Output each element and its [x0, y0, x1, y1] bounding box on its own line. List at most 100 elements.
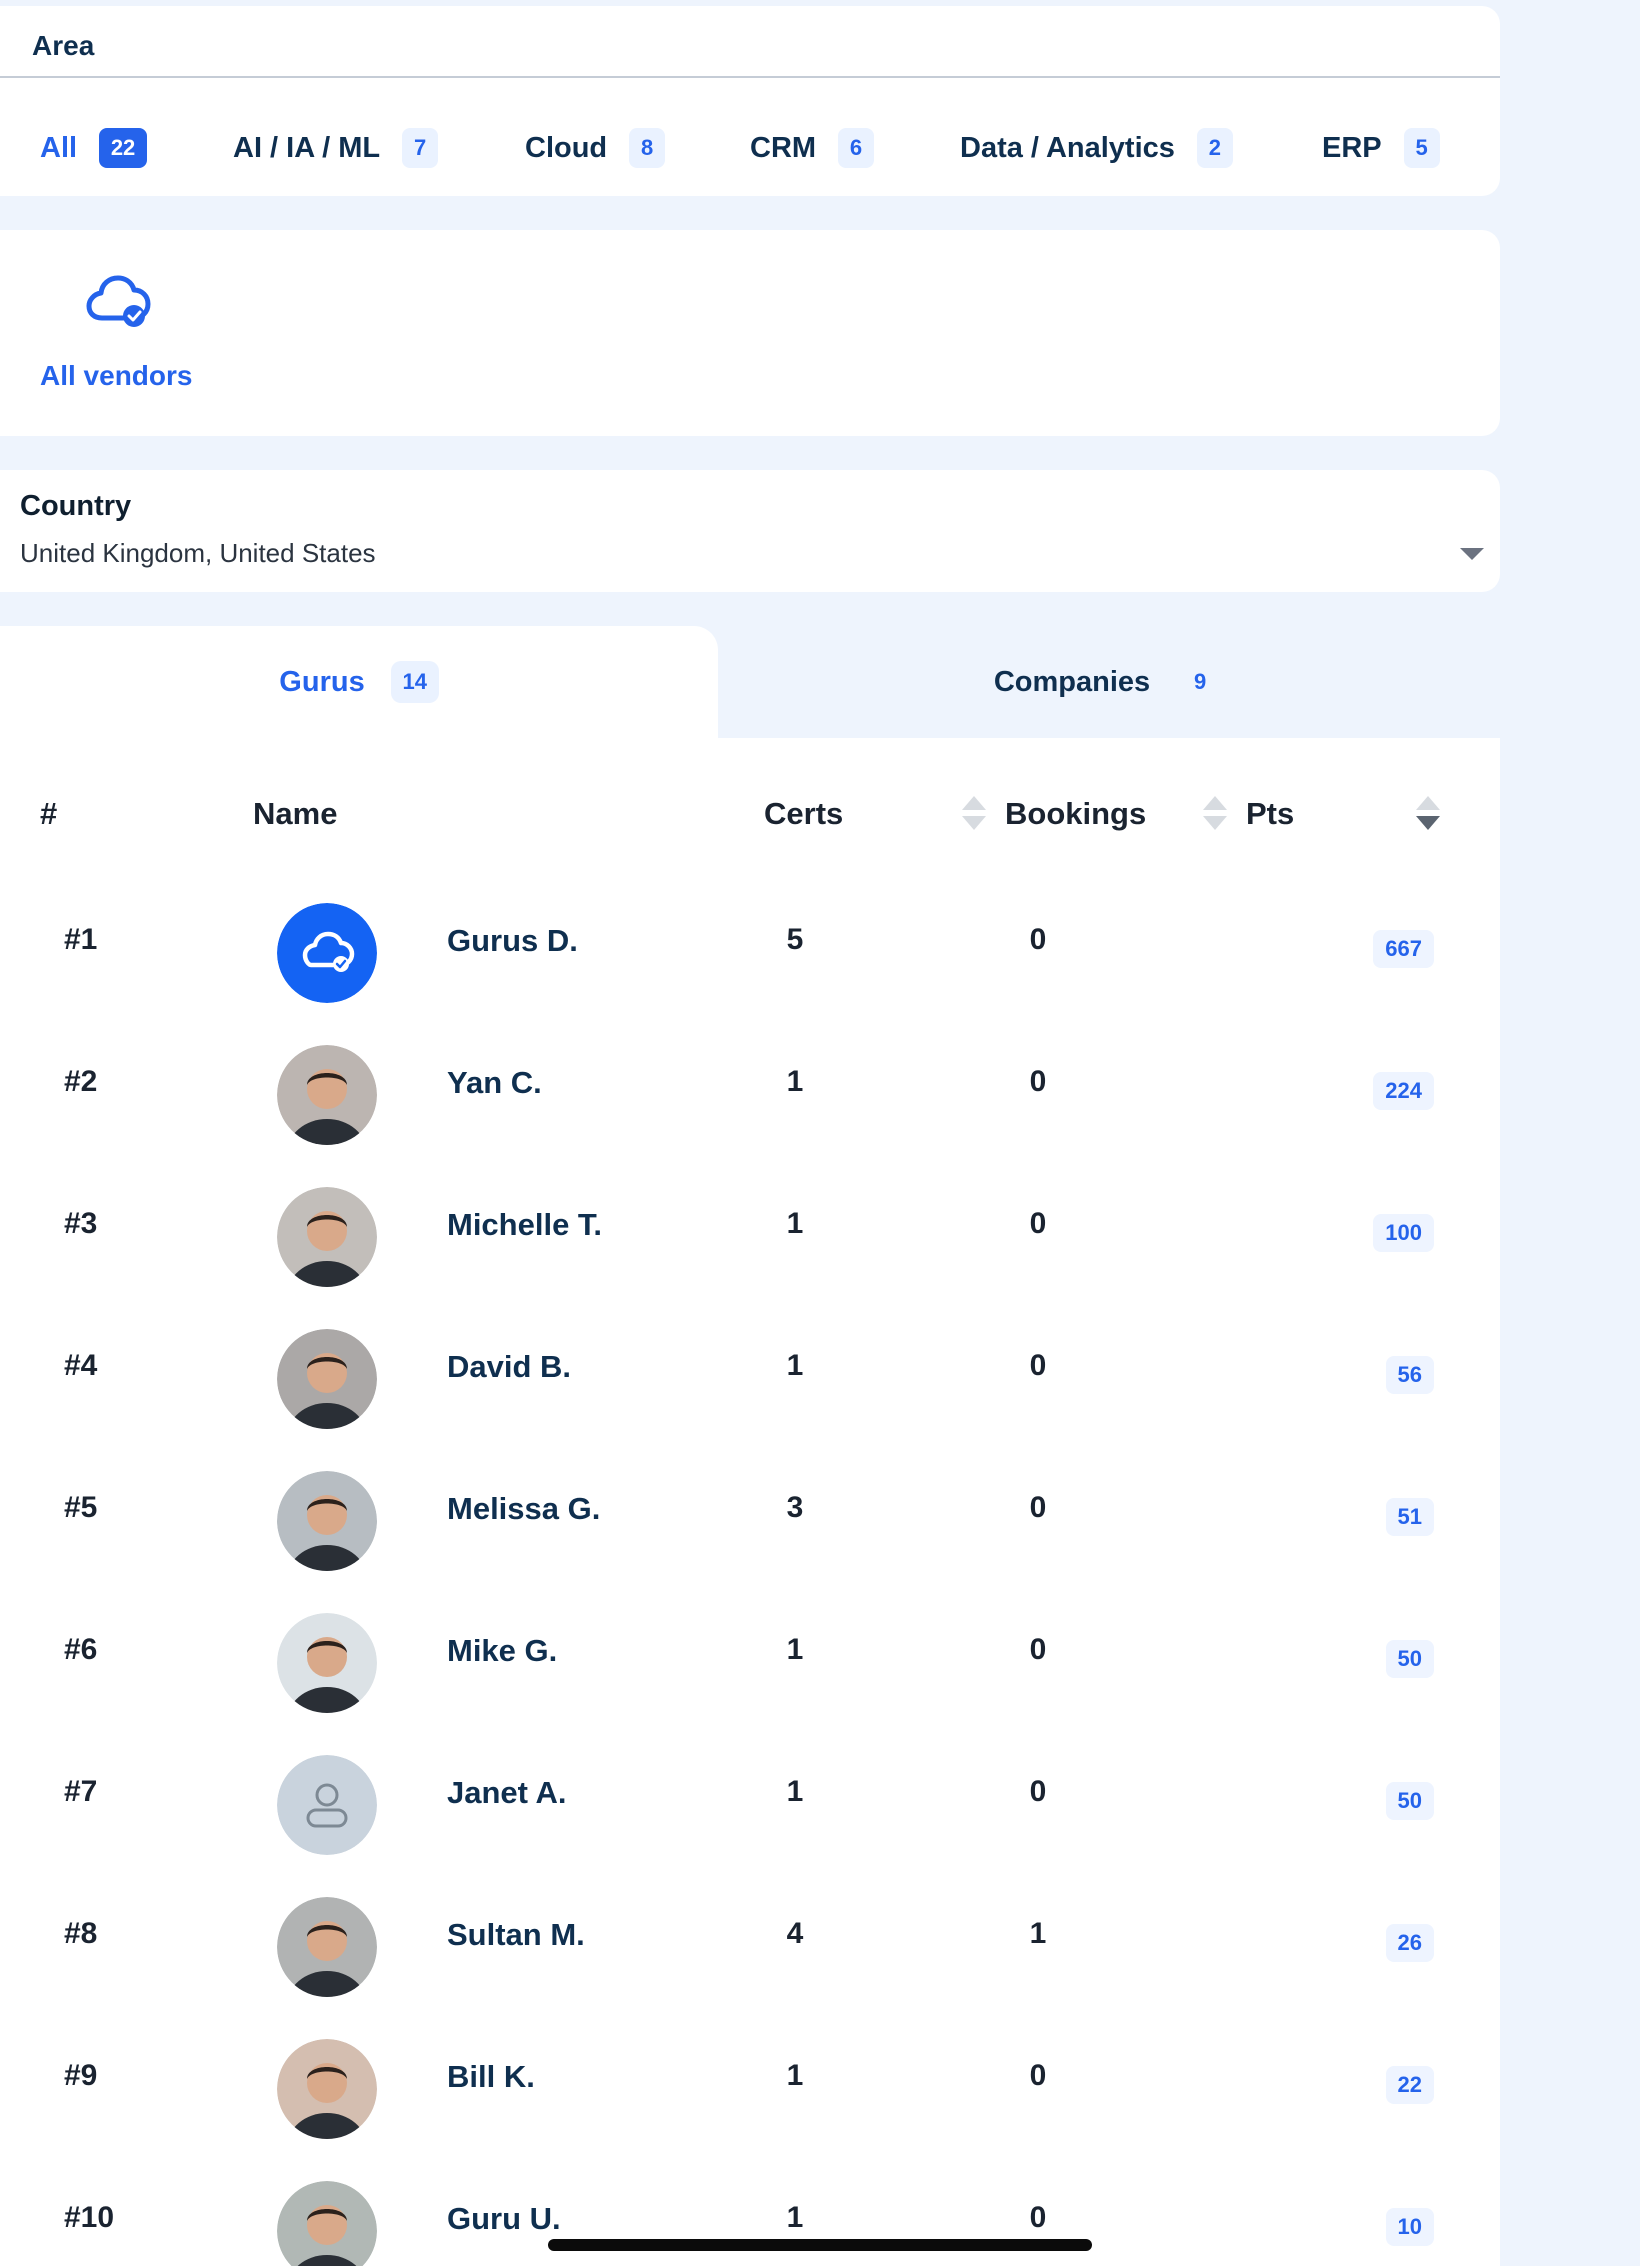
area-tab-ai[interactable]: AI / IA / ML 7: [233, 128, 439, 168]
table-row[interactable]: #4 David B. 1 0 56: [0, 1294, 1500, 1436]
avatar[interactable]: [277, 1329, 377, 1429]
area-tab-label: AI / IA / ML: [233, 131, 381, 164]
tab-label: Gurus: [279, 665, 365, 698]
table-row[interactable]: #5 Melissa G. 3 0 51: [0, 1436, 1500, 1578]
points-badge: 51: [1385, 1498, 1434, 1536]
bookings-value: 0: [1029, 1775, 1047, 1808]
points-badge: 10: [1385, 2208, 1434, 2246]
guru-name[interactable]: Guru U.: [447, 2201, 561, 2237]
table-row[interactable]: #6 Mike G. 1 0 50: [0, 1578, 1500, 1720]
area-tab-count: 22: [99, 128, 148, 168]
sort-pts-icon[interactable]: [1415, 796, 1441, 834]
avatar-photo: [277, 2181, 377, 2266]
bookings-value: 0: [1029, 1207, 1047, 1240]
rank: #5: [64, 1491, 98, 1524]
avatar[interactable]: [277, 1471, 377, 1571]
sort-certs-icon[interactable]: [961, 796, 987, 834]
points-badge: 224: [1373, 1072, 1434, 1110]
guru-name[interactable]: Bill K.: [447, 2059, 535, 2095]
area-tab-cloud[interactable]: Cloud 8: [525, 128, 666, 168]
avatar[interactable]: [277, 2181, 377, 2266]
guru-name[interactable]: Yan C.: [447, 1065, 542, 1101]
area-tab-data-analytics[interactable]: Data / Analytics 2: [960, 128, 1233, 168]
points-badge: 26: [1385, 1924, 1434, 1962]
area-filter-card: Area All 22 AI / IA / ML 7 Cloud 8 CRM 6…: [0, 6, 1500, 196]
table-row[interactable]: #2 Yan C. 1 0 224: [0, 1010, 1500, 1152]
certs-value: 1: [786, 2201, 804, 2234]
avatar[interactable]: [277, 1187, 377, 1287]
bookings-value: 0: [1029, 2201, 1047, 2234]
table-row[interactable]: #9 Bill K. 1 0 22: [0, 2004, 1500, 2146]
avatar-photo: [277, 1329, 377, 1429]
user-placeholder-icon: [277, 1755, 377, 1855]
guru-name[interactable]: Sultan M.: [447, 1917, 585, 1953]
cloud-check-icon: [86, 275, 151, 327]
tab-gurus[interactable]: Gurus 14: [0, 626, 718, 738]
certs-value: 5: [786, 923, 804, 956]
points-badge: 56: [1385, 1356, 1434, 1394]
avatar[interactable]: [277, 1755, 377, 1855]
certs-value: 1: [786, 1207, 804, 1240]
tab-companies[interactable]: Companies 9: [718, 626, 1500, 738]
points-badge: 22: [1385, 2066, 1434, 2104]
rank: #2: [64, 1065, 98, 1098]
rank: #7: [64, 1775, 98, 1808]
avatar-photo: [277, 2039, 377, 2139]
table-row[interactable]: #7 Janet A. 1 0 50: [0, 1720, 1500, 1862]
certs-value: 1: [786, 1775, 804, 1808]
guru-name[interactable]: Gurus D.: [447, 923, 578, 959]
country-label: Country: [20, 490, 132, 522]
rank: #3: [64, 1207, 98, 1240]
guru-name[interactable]: Janet A.: [447, 1775, 566, 1811]
certs-value: 1: [786, 2059, 804, 2092]
tab-label: Companies: [993, 665, 1151, 698]
area-tab-erp[interactable]: ERP 5: [1322, 128, 1440, 168]
guru-name[interactable]: David B.: [447, 1349, 571, 1385]
bookings-value: 1: [1029, 1917, 1047, 1950]
area-tab-label: CRM: [750, 131, 817, 164]
guru-name[interactable]: Michelle T.: [447, 1207, 602, 1243]
bookings-value: 0: [1029, 1349, 1047, 1382]
avatar[interactable]: [277, 1045, 377, 1145]
certs-value: 4: [786, 1917, 804, 1950]
header-certs: Certs: [764, 796, 844, 831]
vendor-all-label[interactable]: All vendors: [40, 360, 192, 392]
country-select[interactable]: Country United Kingdom, United States: [0, 470, 1500, 592]
table-row[interactable]: #8 Sultan M. 4 1 26: [0, 1862, 1500, 2004]
area-tab-count: 8: [629, 128, 666, 168]
avatar-photo: [277, 1187, 377, 1287]
chevron-down-icon[interactable]: [1460, 548, 1484, 560]
table-row[interactable]: #1 Gurus D. 5 0 667: [0, 868, 1500, 1010]
vendor-filter-card: All vendors: [0, 230, 1500, 436]
guru-name[interactable]: Mike G.: [447, 1633, 557, 1669]
rank: #4: [64, 1349, 98, 1382]
sort-bookings-icon[interactable]: [1202, 796, 1228, 834]
area-tab-count: 5: [1403, 128, 1440, 168]
bookings-value: 0: [1029, 1633, 1047, 1666]
area-tab-count: 2: [1196, 128, 1233, 168]
area-tab-crm[interactable]: CRM 6: [750, 128, 875, 168]
certs-value: 1: [786, 1349, 804, 1382]
table-row[interactable]: #3 Michelle T. 1 0 100: [0, 1152, 1500, 1294]
avatar[interactable]: [277, 1897, 377, 1997]
area-tab-label: Cloud: [525, 131, 608, 164]
tab-count: 9: [1194, 669, 1207, 694]
area-tab-all[interactable]: All 22: [40, 128, 148, 168]
page: Area All 22 AI / IA / ML 7 Cloud 8 CRM 6…: [0, 0, 1640, 2266]
area-tab-count: 6: [838, 128, 875, 168]
guru-name[interactable]: Melissa G.: [447, 1491, 600, 1527]
avatar-photo: [277, 1613, 377, 1713]
rank: #9: [64, 2059, 98, 2092]
rank: #8: [64, 1917, 98, 1950]
points-badge: 50: [1385, 1640, 1434, 1678]
avatar[interactable]: [277, 1613, 377, 1713]
list-tabs: Gurus 14 Companies 9: [0, 626, 1500, 738]
certs-value: 3: [786, 1491, 804, 1524]
avatar[interactable]: [277, 2039, 377, 2139]
rank: #6: [64, 1633, 98, 1666]
tab-count: 14: [390, 661, 439, 703]
certs-value: 1: [786, 1065, 804, 1098]
avatar[interactable]: [277, 903, 377, 1003]
cloud-check-icon: [277, 903, 377, 1003]
avatar-photo: [277, 1897, 377, 1997]
